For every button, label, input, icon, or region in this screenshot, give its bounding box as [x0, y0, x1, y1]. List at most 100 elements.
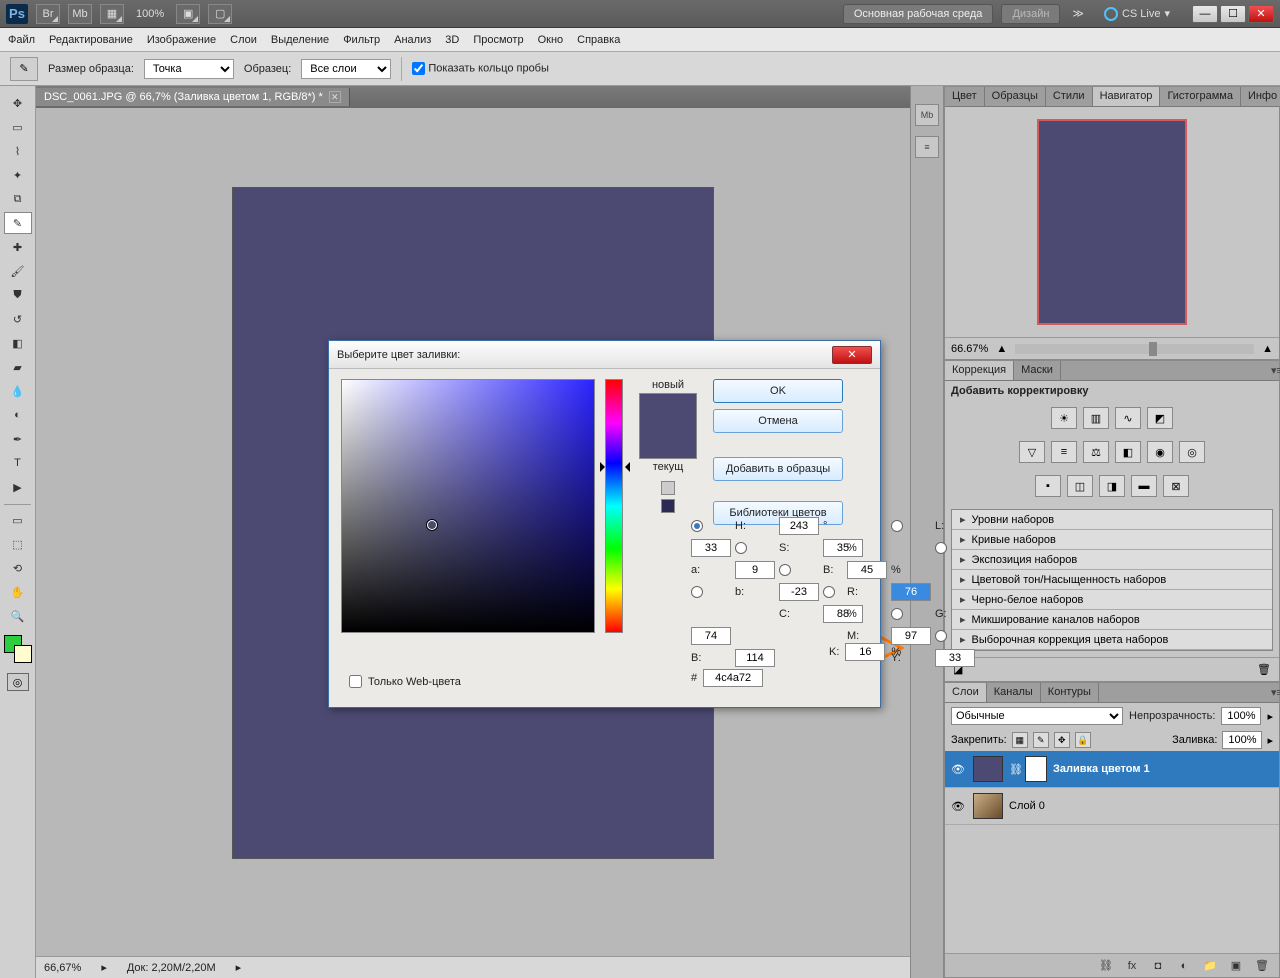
window-maximize[interactable]: ☐ [1220, 5, 1246, 23]
layer-row[interactable]: 👁 Слой 0 [945, 788, 1279, 825]
a-input[interactable] [735, 561, 775, 579]
hex-input[interactable] [703, 669, 763, 687]
menu-edit[interactable]: Редактирование [49, 34, 133, 46]
menu-help[interactable]: Справка [577, 34, 620, 46]
k-input[interactable] [845, 643, 885, 661]
adj-gradmap-icon[interactable]: ▬ [1131, 475, 1157, 497]
lock-all-icon[interactable]: 🔒 [1075, 732, 1091, 748]
status-doc-info[interactable]: Док: 2,20M/2,20M [127, 962, 216, 974]
menu-window[interactable]: Окно [538, 34, 564, 46]
preset-selective[interactable]: Выборочная коррекция цвета наборов [952, 630, 1272, 650]
eraser-tool[interactable]: ◧ [4, 332, 32, 354]
sample-layers-select[interactable]: Все слои [301, 59, 391, 79]
marquee-tool[interactable]: ▭ [4, 116, 32, 138]
fill-dropdown-icon[interactable]: ▸ [1267, 734, 1273, 747]
menu-3d[interactable]: 3D [445, 34, 459, 46]
radio-g[interactable] [891, 608, 903, 620]
fill-input[interactable] [1222, 731, 1262, 749]
radio-s[interactable] [735, 542, 747, 554]
y-input[interactable] [935, 649, 975, 667]
radio-b[interactable] [779, 564, 791, 576]
cancel-button[interactable]: Отмена [713, 409, 843, 433]
blend-mode-select[interactable]: Обычные [951, 707, 1123, 725]
adj-posterize-icon[interactable]: ◫ [1067, 475, 1093, 497]
h-input[interactable] [779, 517, 819, 535]
r-input[interactable] [891, 583, 931, 601]
tab-masks[interactable]: Маски [1014, 361, 1061, 380]
zoom-tool[interactable]: 🔍 [4, 605, 32, 627]
ok-button[interactable]: OK [713, 379, 843, 403]
new-fill-adj-icon[interactable]: ◐ [1175, 958, 1193, 974]
pen-tool[interactable]: ✒ [4, 428, 32, 450]
g-input[interactable] [691, 627, 731, 645]
hand-tool[interactable]: ✋ [4, 581, 32, 603]
adj-bw-icon[interactable]: ◧ [1115, 441, 1141, 463]
radio-a[interactable] [935, 542, 947, 554]
adj-trash-icon[interactable]: 🗑 [1257, 663, 1271, 676]
navigator-zoom-in-icon[interactable]: ▲ [1262, 343, 1273, 355]
screen-mode-button[interactable]: ▢ [208, 4, 232, 24]
gamut-warning-icon[interactable] [661, 481, 675, 495]
tab-layers[interactable]: Слои [945, 683, 987, 702]
layer-thumbnail[interactable] [973, 756, 1003, 782]
preset-mixer[interactable]: Микширование каналов наборов [952, 610, 1272, 630]
move-tool[interactable]: ✥ [4, 92, 32, 114]
type-tool[interactable]: T [4, 452, 32, 474]
window-minimize[interactable]: — [1192, 5, 1218, 23]
lock-position-icon[interactable]: ✥ [1054, 732, 1070, 748]
sample-size-select[interactable]: Точка [144, 59, 234, 79]
stamp-tool[interactable]: ⛊ [4, 284, 32, 306]
preset-bw[interactable]: Черно-белое наборов [952, 590, 1272, 610]
minibridge-dock-icon[interactable]: Mb [915, 104, 939, 126]
add-mask-icon[interactable]: ◘ [1149, 958, 1167, 974]
radio-r[interactable] [823, 586, 835, 598]
add-to-swatches-button[interactable]: Добавить в образцы [713, 457, 843, 481]
layer-name[interactable]: Слой 0 [1009, 800, 1045, 812]
brush-tool[interactable]: 🖌 [4, 260, 32, 282]
tab-paths[interactable]: Контуры [1041, 683, 1099, 702]
new-layer-icon[interactable]: ▣ [1227, 958, 1245, 974]
quickselect-tool[interactable]: ✦ [4, 164, 32, 186]
adj-mixer-icon[interactable]: ◎ [1179, 441, 1205, 463]
history-brush-tool[interactable]: ↺ [4, 308, 32, 330]
adj-selective-icon[interactable]: ⊠ [1163, 475, 1189, 497]
tab-styles[interactable]: Стили [1046, 87, 1093, 106]
tab-info[interactable]: Инфо [1241, 87, 1280, 106]
bridge-button[interactable]: Br [36, 4, 60, 24]
menu-file[interactable]: Файл [8, 34, 35, 46]
dodge-tool[interactable]: ◐ [4, 404, 32, 426]
eyedropper-tool[interactable]: ✎ [4, 212, 32, 234]
adj-exposure-icon[interactable]: ◩ [1147, 407, 1173, 429]
3d-tool[interactable]: ⬚ [4, 533, 32, 555]
hue-slider[interactable] [605, 379, 623, 633]
menu-filter[interactable]: Фильтр [343, 34, 380, 46]
b-input[interactable] [847, 561, 887, 579]
view-extras-button[interactable]: ▦ [100, 4, 124, 24]
menu-select[interactable]: Выделение [271, 34, 329, 46]
opacity-input[interactable] [1221, 707, 1261, 725]
adj-photofilter-icon[interactable]: ◉ [1147, 441, 1173, 463]
radio-bb[interactable] [935, 630, 947, 642]
dialog-close-button[interactable]: ✕ [832, 346, 872, 364]
lab-b-input[interactable] [779, 583, 819, 601]
opacity-dropdown-icon[interactable]: ▸ [1267, 710, 1273, 723]
radio-l[interactable] [891, 520, 903, 532]
websafe-swatch-icon[interactable] [661, 499, 675, 513]
status-zoom[interactable]: 66,67% [44, 962, 81, 974]
blur-tool[interactable]: 💧 [4, 380, 32, 402]
3d-camera-tool[interactable]: ⟲ [4, 557, 32, 579]
layer-row[interactable]: 👁 ⛓ Заливка цветом 1 [945, 751, 1279, 788]
path-select-tool[interactable]: ▶ [4, 476, 32, 498]
adj-balance-icon[interactable]: ⚖ [1083, 441, 1109, 463]
preset-levels[interactable]: Уровни наборов [952, 510, 1272, 530]
l-input[interactable] [691, 539, 731, 557]
fx-icon[interactable]: fx [1123, 958, 1141, 974]
window-close[interactable]: ✕ [1248, 5, 1274, 23]
adj-threshold-icon[interactable]: ◨ [1099, 475, 1125, 497]
menu-image[interactable]: Изображение [147, 34, 216, 46]
lasso-tool[interactable]: ⌇ [4, 140, 32, 162]
adj-invert-icon[interactable]: ▪ [1035, 475, 1061, 497]
preset-exposure[interactable]: Экспозиция наборов [952, 550, 1272, 570]
shape-tool[interactable]: ▭ [4, 509, 32, 531]
gradient-tool[interactable]: ▰ [4, 356, 32, 378]
